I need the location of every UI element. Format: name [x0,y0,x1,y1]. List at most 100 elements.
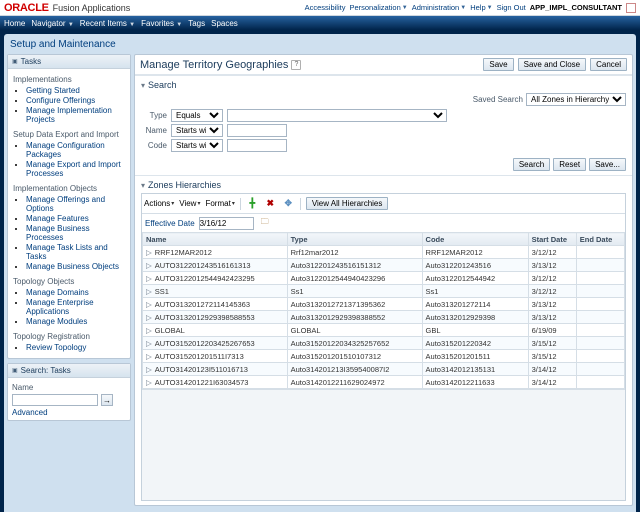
content-header: Manage Territory Geographies ? Save Save… [135,55,632,75]
nav-tags[interactable]: Tags [188,19,205,28]
table-row[interactable]: ▷AUTO315201201511I73­13Auto3152012015101… [143,350,625,363]
search-tasks-input[interactable] [12,394,98,406]
link-accessibility[interactable]: Accessibility [305,3,346,12]
table-row[interactable]: ▷AUTO31420123I511016713Auto314201213­I35… [143,363,625,376]
type-op-select[interactable]: Equals [171,109,223,122]
nav-home[interactable]: Home [4,19,25,28]
task-link[interactable]: Manage Domains [26,288,126,297]
link-help[interactable]: Help▼ [470,3,492,12]
search-button[interactable]: Search [513,158,550,171]
cancel-button[interactable]: Cancel [590,58,627,71]
task-group-header: Implementation Objects [12,181,126,194]
task-link[interactable]: Manage Modules [26,317,126,326]
nav-bar: Home Navigator ▼ Recent Items ▼ Favorite… [0,16,640,30]
notification-icon[interactable] [626,3,636,13]
delete-icon[interactable]: ✖ [264,197,277,210]
chevron-down-icon[interactable]: ▾ [141,81,145,90]
nav-spaces[interactable]: Spaces [211,19,238,28]
name-label: Name [141,126,167,135]
nav-navigator[interactable]: Navigator ▼ [31,19,73,28]
column-header[interactable]: Code [422,233,528,246]
table-row[interactable]: ▷AUTO313201272114145363Auto3132012721371… [143,298,625,311]
column-header[interactable]: End Date [576,233,624,246]
task-link[interactable]: Manage Features [26,214,126,223]
code-label: Code [141,141,167,150]
brand: ORACLE Fusion Applications [4,2,130,14]
task-link[interactable]: Manage Business Processes [26,224,126,242]
collapse-icon[interactable]: ▣ [12,367,18,374]
view-menu[interactable]: View ▾ [179,199,200,208]
table-row[interactable]: ▷GLOBALGLOBALGBL6/19/09 [143,324,625,337]
task-group-header: Topology Registration [12,329,126,342]
chevron-down-icon[interactable]: ▾ [141,181,145,190]
type-val-select[interactable] [227,109,447,122]
task-link[interactable]: Manage Offerings and Options [26,195,126,213]
column-header[interactable]: Start Date [528,233,576,246]
effective-date-input[interactable] [199,217,254,230]
page-body: Setup and Maintenance ▣Tasks Implementat… [4,34,636,512]
table-row[interactable]: ▷AUTO3122012544942423295Auto312201254494… [143,272,625,285]
task-link[interactable]: Review Topology [26,343,126,352]
help-icon[interactable]: ? [291,60,301,70]
top-links: Accessibility Personalization▼ Administr… [305,3,636,13]
task-link[interactable]: Manage Implementation Projects [26,106,126,124]
task-link[interactable]: Manage Business Objects [26,262,126,271]
nav-favorites[interactable]: Favorites ▼ [141,19,182,28]
tasks-panel: ▣Tasks ImplementationsGetting StartedCon… [7,54,131,359]
search-region: ▾Search Saved Search All Zones in Hierar… [135,75,632,175]
datepicker-icon[interactable]: 🗀 [258,216,272,230]
name-input[interactable] [227,124,287,137]
task-link[interactable]: Configure Offerings [26,96,126,105]
link-signout[interactable]: Sign Out [497,3,526,12]
user-name: APP_IMPL_CONSULTANT [530,3,622,12]
view-all-button[interactable]: View All Hierarchies [306,197,389,210]
page-title: Setup and Maintenance [7,37,633,54]
actions-menu[interactable]: Actions ▾ [144,199,174,208]
zones-title: Zones Hierarchies [148,180,221,190]
task-group-header: Setup Data Export and Import [12,127,126,140]
task-link[interactable]: Getting Started [26,86,126,95]
add-icon[interactable]: ╋ [246,197,259,210]
collapse-icon[interactable]: ▣ [12,58,18,65]
advanced-link[interactable]: Advanced [12,408,48,417]
tasks-title: Tasks [21,57,41,66]
save-button[interactable]: Save [483,58,513,71]
sn-label: Name [12,383,42,392]
reset-button[interactable]: Reset [553,158,586,171]
zones-region: ▾Zones Hierarchies Actions ▾ View ▾ Form… [135,175,632,505]
table-row[interactable]: ▷AUTO31520122034­25267653Auto31520122034… [143,337,625,350]
task-link[interactable]: Manage Configuration Packages [26,141,126,159]
table-row[interactable]: ▷AUTO314201221I63034573Auto3142012211629… [143,376,625,389]
save-close-button[interactable]: Save and Close [518,58,586,71]
link-administration[interactable]: Administration▼ [412,3,466,12]
link-personalization[interactable]: Personalization▼ [349,3,407,12]
table-row[interactable]: ▷AUTO3132012929398588553Auto31320129293­… [143,311,625,324]
task-link[interactable]: Manage Export and Import Processes [26,160,126,178]
code-input[interactable] [227,139,287,152]
app-name: Fusion Applications [53,3,131,13]
saved-search-select[interactable]: All Zones in Hierarchy [526,93,626,106]
effective-date-label[interactable]: Effective Date [145,219,195,228]
task-group-header: Topology Objects [12,274,126,287]
saved-search-label: Saved Search [473,95,523,104]
search-tasks-go-button[interactable]: → [101,394,113,406]
table-row[interactable]: ▷RRF12MAR2012Rrf12mar2012RRF12MAR20123/1… [143,246,625,259]
task-link[interactable]: Manage Task Lists and Tasks [26,243,126,261]
oracle-logo: ORACLE [4,2,49,14]
nav-recent[interactable]: Recent Items ▼ [80,19,135,28]
table-row[interactable]: ▷SS1Ss1Ss13/12/12 [143,285,625,298]
search-region-title: Search [148,80,177,90]
table-row[interactable]: ▷AUTO312201243516161313Auto3122012435161… [143,259,625,272]
column-header[interactable]: Type [287,233,422,246]
zones-toolbar: Actions ▾ View ▾ Format ▾ ╋ ✖ ✥ View All… [142,194,625,214]
type-label: Type [141,111,167,120]
task-link[interactable]: Manage Enterprise Applications [26,298,126,316]
name-op-select[interactable]: Starts with [171,124,223,137]
column-header[interactable]: Name [143,233,288,246]
move-icon[interactable]: ✥ [282,197,295,210]
code-op-select[interactable]: Starts with [171,139,223,152]
save-search-button[interactable]: Save... [589,158,626,171]
content-title: Manage Territory Geographies [140,59,288,71]
format-menu[interactable]: Format ▾ [205,199,234,208]
task-group-header: Implementations [12,72,126,85]
